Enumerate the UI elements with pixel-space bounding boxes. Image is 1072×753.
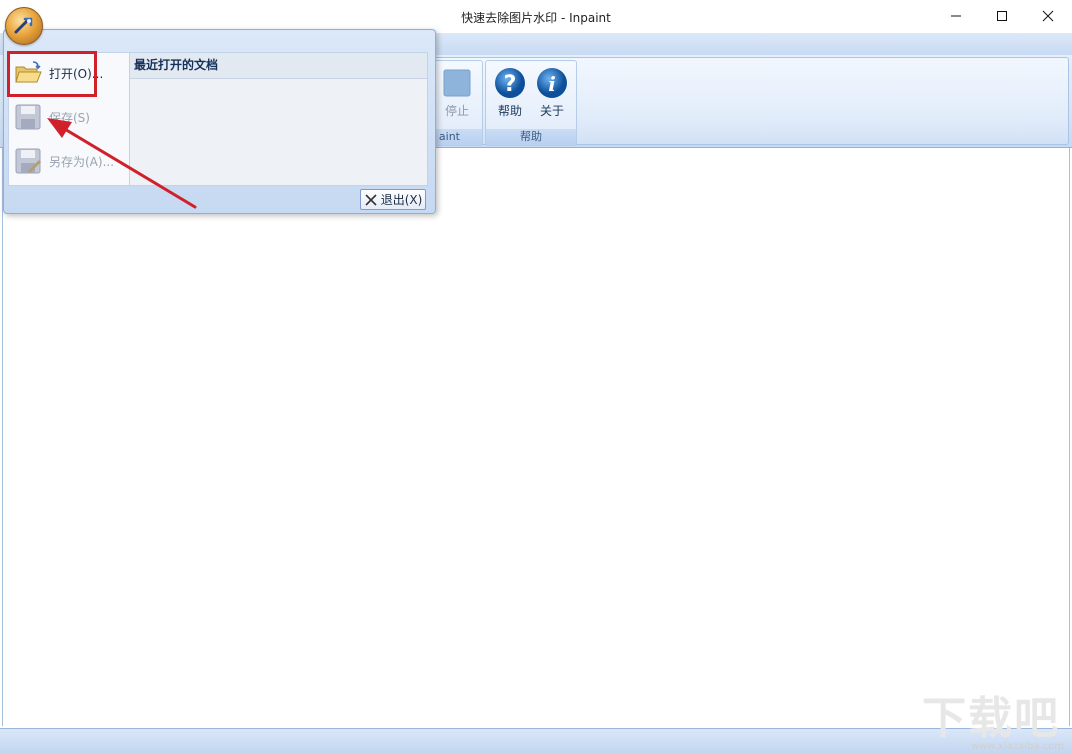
help-icon: ? xyxy=(494,67,526,99)
ribbon-group-help: ? 帮助 i 关于 帮助 xyxy=(485,60,577,146)
menu-item-save[interactable]: 保存(S) xyxy=(13,99,125,135)
minimize-button[interactable] xyxy=(933,0,979,32)
menu-item-save-as-label: 另存为(A)... xyxy=(49,154,115,169)
image-canvas[interactable] xyxy=(2,148,1070,726)
application-menu-button[interactable] xyxy=(5,7,43,45)
minimize-icon xyxy=(951,15,961,17)
stop-label: 停止 xyxy=(444,104,469,118)
about-label: 关于 xyxy=(539,104,564,118)
close-icon xyxy=(1042,10,1054,22)
info-icon: i xyxy=(536,67,568,99)
help-label: 帮助 xyxy=(497,104,522,118)
close-button[interactable] xyxy=(1025,0,1071,32)
group-label-help: 帮助 xyxy=(486,129,576,145)
maximize-icon xyxy=(997,11,1007,21)
save-as-icon xyxy=(13,146,43,176)
recent-documents-header: 最近打开的文档 xyxy=(130,53,427,79)
annotation-highlight-box xyxy=(7,51,97,97)
stop-icon xyxy=(441,67,473,99)
watermark-logo: 下载吧 xyxy=(922,693,1060,744)
watermark-url: www.xiazaiba.com xyxy=(971,741,1064,752)
stop-button[interactable]: 停止 xyxy=(436,67,478,123)
tools-icon xyxy=(14,17,33,34)
save-icon xyxy=(13,102,43,132)
svg-text:?: ? xyxy=(504,72,517,97)
menu-item-save-label: 保存(S) xyxy=(49,110,90,125)
help-button[interactable]: ? 帮助 xyxy=(489,67,531,123)
window-title: 快速去除图片水印 - Inpaint xyxy=(461,11,611,25)
maximize-button[interactable] xyxy=(979,0,1025,32)
exit-button[interactable]: 退出(X) xyxy=(360,189,426,210)
svg-text:i: i xyxy=(548,72,556,96)
menu-item-save-as[interactable]: 另存为(A)... xyxy=(13,143,125,179)
about-button[interactable]: i 关于 xyxy=(531,67,573,123)
status-bar xyxy=(0,728,1072,753)
exit-label: 退出(X) xyxy=(380,193,423,207)
close-icon xyxy=(365,193,377,206)
recent-documents-panel: 最近打开的文档 xyxy=(129,52,428,186)
